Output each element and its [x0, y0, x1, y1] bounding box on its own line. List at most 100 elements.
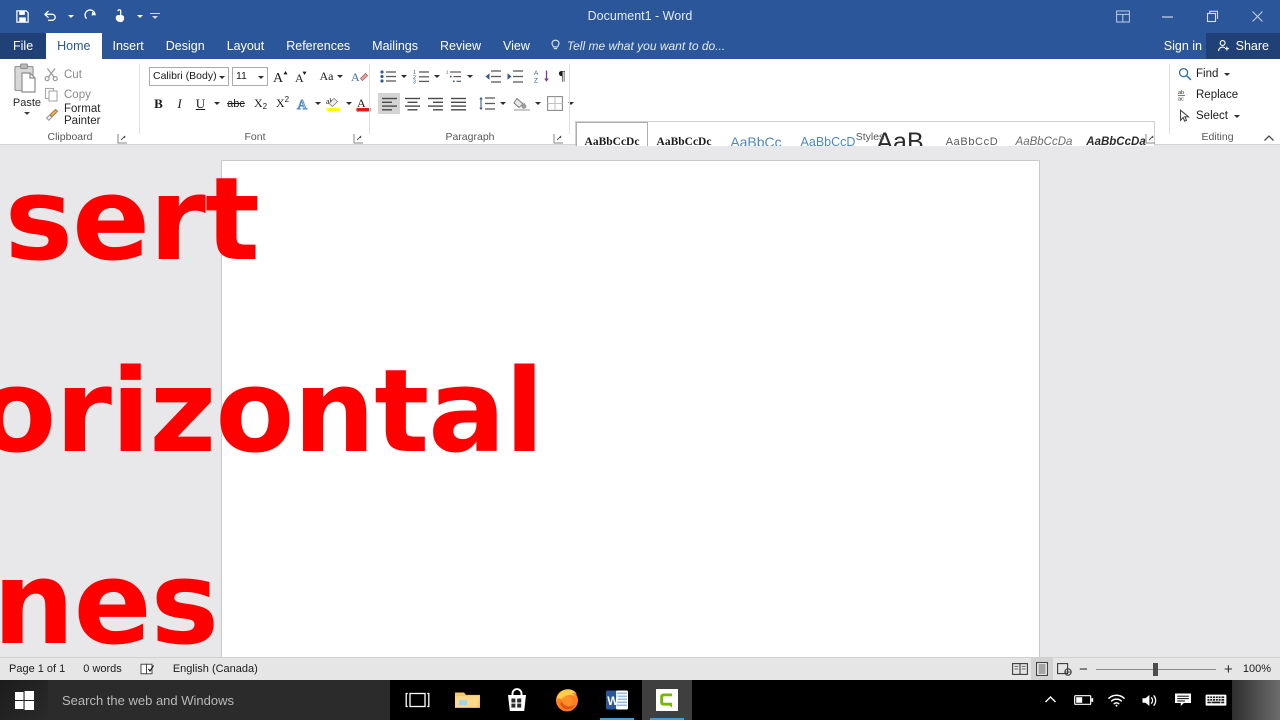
text-highlight-dropdown-icon[interactable]: [343, 93, 354, 114]
page-indicator[interactable]: Page 1 of 1: [0, 663, 74, 675]
subscript-icon[interactable]: X2: [250, 93, 271, 114]
paste-button[interactable]: Paste: [5, 63, 49, 125]
redo-icon[interactable]: [77, 4, 105, 30]
find-button[interactable]: Find: [1178, 64, 1231, 84]
zoom-thumb[interactable]: [1152, 663, 1158, 676]
copy-button[interactable]: Copy: [44, 85, 91, 104]
multilevel-list-icon[interactable]: 1: [444, 66, 464, 87]
tab-view[interactable]: View: [492, 33, 541, 59]
clock-area[interactable]: [1232, 680, 1280, 720]
font-size-input[interactable]: 11: [232, 67, 268, 86]
font-name-input[interactable]: Calibri (Body): [149, 67, 229, 86]
line-spacing-icon[interactable]: [476, 93, 497, 114]
replace-button[interactable]: ab ac Replace: [1178, 85, 1238, 105]
clipboard-dialog-launcher[interactable]: [117, 131, 128, 144]
search-input[interactable]: Search the web and Windows: [48, 680, 390, 720]
read-mode-icon[interactable]: [1009, 658, 1031, 680]
print-layout-icon[interactable]: [1030, 658, 1053, 680]
select-button[interactable]: Select: [1178, 106, 1240, 126]
paragraph-dialog-launcher[interactable]: [553, 131, 564, 144]
styles-dialog-launcher[interactable]: [1145, 131, 1156, 144]
keyboard-icon[interactable]: [1199, 680, 1232, 720]
zoom-in-button[interactable]: +: [1220, 658, 1237, 680]
undo-icon[interactable]: [36, 4, 64, 30]
numbering-icon[interactable]: 123: [411, 66, 431, 87]
tab-design[interactable]: Design: [155, 33, 216, 59]
web-layout-icon[interactable]: [1053, 658, 1075, 680]
font-name-dropdown-icon[interactable]: [219, 76, 225, 79]
bullets-dropdown-icon[interactable]: [398, 66, 409, 87]
task-view-icon[interactable]: [392, 680, 442, 720]
firefox-icon[interactable]: [542, 680, 592, 720]
zoom-out-button[interactable]: −: [1075, 658, 1092, 680]
find-dropdown-icon[interactable]: [1224, 72, 1231, 76]
collapse-ribbon-button[interactable]: [1263, 130, 1274, 141]
tab-mailings[interactable]: Mailings: [361, 33, 429, 59]
show-hidden-icons-icon[interactable]: [1034, 680, 1067, 720]
grow-font-icon[interactable]: A: [271, 66, 291, 87]
sort-icon[interactable]: AZ: [532, 66, 553, 87]
zoom-level[interactable]: 100%: [1237, 663, 1280, 675]
paste-dropdown-icon[interactable]: [24, 112, 30, 115]
numbering-dropdown-icon[interactable]: [431, 66, 442, 87]
proofing-status[interactable]: [131, 662, 164, 676]
multilevel-list-dropdown-icon[interactable]: [464, 66, 475, 87]
strikethrough-icon[interactable]: abc: [224, 93, 248, 114]
touch-mode-icon[interactable]: [105, 4, 133, 30]
change-case-dropdown-icon[interactable]: [336, 75, 343, 78]
close-icon[interactable]: [1235, 0, 1280, 33]
text-effects-dropdown-icon[interactable]: [312, 93, 323, 114]
line-spacing-dropdown-icon[interactable]: [497, 93, 508, 114]
borders-icon[interactable]: [545, 93, 565, 114]
action-center-icon[interactable]: [1166, 680, 1199, 720]
align-right-icon[interactable]: [424, 93, 446, 114]
cut-button[interactable]: Cut: [44, 65, 82, 84]
justify-icon[interactable]: [447, 93, 469, 114]
battery-icon[interactable]: [1067, 680, 1100, 720]
align-center-icon[interactable]: [401, 93, 423, 114]
sign-in-button[interactable]: Sign in: [1164, 33, 1202, 59]
text-effects-icon[interactable]: A: [295, 93, 313, 114]
restore-icon[interactable]: [1190, 0, 1235, 33]
text-highlight-color-icon[interactable]: ab: [324, 93, 343, 114]
italic-icon[interactable]: I: [170, 93, 189, 114]
format-painter-button[interactable]: Format Painter: [44, 103, 140, 127]
touch-mode-dropdown-icon[interactable]: [133, 4, 146, 30]
word-icon[interactable]: W: [592, 680, 642, 720]
store-icon[interactable]: [492, 680, 542, 720]
underline-dropdown-icon[interactable]: [211, 93, 222, 114]
select-dropdown-icon[interactable]: [1233, 114, 1240, 118]
document-canvas[interactable]: Insert Horizontal Lines: [0, 146, 1280, 657]
file-explorer-icon[interactable]: [442, 680, 492, 720]
shrink-font-icon[interactable]: A: [292, 66, 312, 87]
language-indicator[interactable]: English (Canada): [164, 663, 267, 675]
save-icon[interactable]: [8, 4, 36, 30]
shading-dropdown-icon[interactable]: [532, 93, 543, 114]
tab-review[interactable]: Review: [429, 33, 492, 59]
tab-layout[interactable]: Layout: [216, 33, 276, 59]
tab-home[interactable]: Home: [46, 33, 102, 59]
decrease-indent-icon[interactable]: [482, 66, 503, 87]
share-button[interactable]: Share: [1205, 33, 1280, 59]
tab-file[interactable]: File: [0, 33, 47, 59]
shading-icon[interactable]: [511, 93, 532, 114]
font-size-dropdown-icon[interactable]: [258, 76, 264, 79]
increase-indent-icon[interactable]: [504, 66, 525, 87]
zoom-slider[interactable]: [1095, 658, 1216, 680]
tell-me-search[interactable]: Tell me what you want to do...: [541, 33, 733, 59]
start-button[interactable]: [0, 680, 48, 720]
underline-icon[interactable]: U: [191, 93, 210, 114]
clear-formatting-icon[interactable]: A: [350, 66, 370, 87]
minimize-icon[interactable]: [1145, 0, 1190, 33]
camtasia-icon[interactable]: [642, 680, 692, 720]
customize-qat-icon[interactable]: [146, 4, 164, 30]
wifi-icon[interactable]: [1100, 680, 1133, 720]
word-count[interactable]: 0 words: [74, 663, 131, 675]
bullets-icon[interactable]: [378, 66, 398, 87]
change-case-icon[interactable]: Aa: [318, 66, 344, 87]
tab-references[interactable]: References: [275, 33, 361, 59]
ribbon-display-options-icon[interactable]: [1100, 0, 1145, 33]
undo-dropdown-icon[interactable]: [64, 4, 77, 30]
superscript-icon[interactable]: X2: [272, 93, 293, 114]
volume-icon[interactable]: [1133, 680, 1166, 720]
